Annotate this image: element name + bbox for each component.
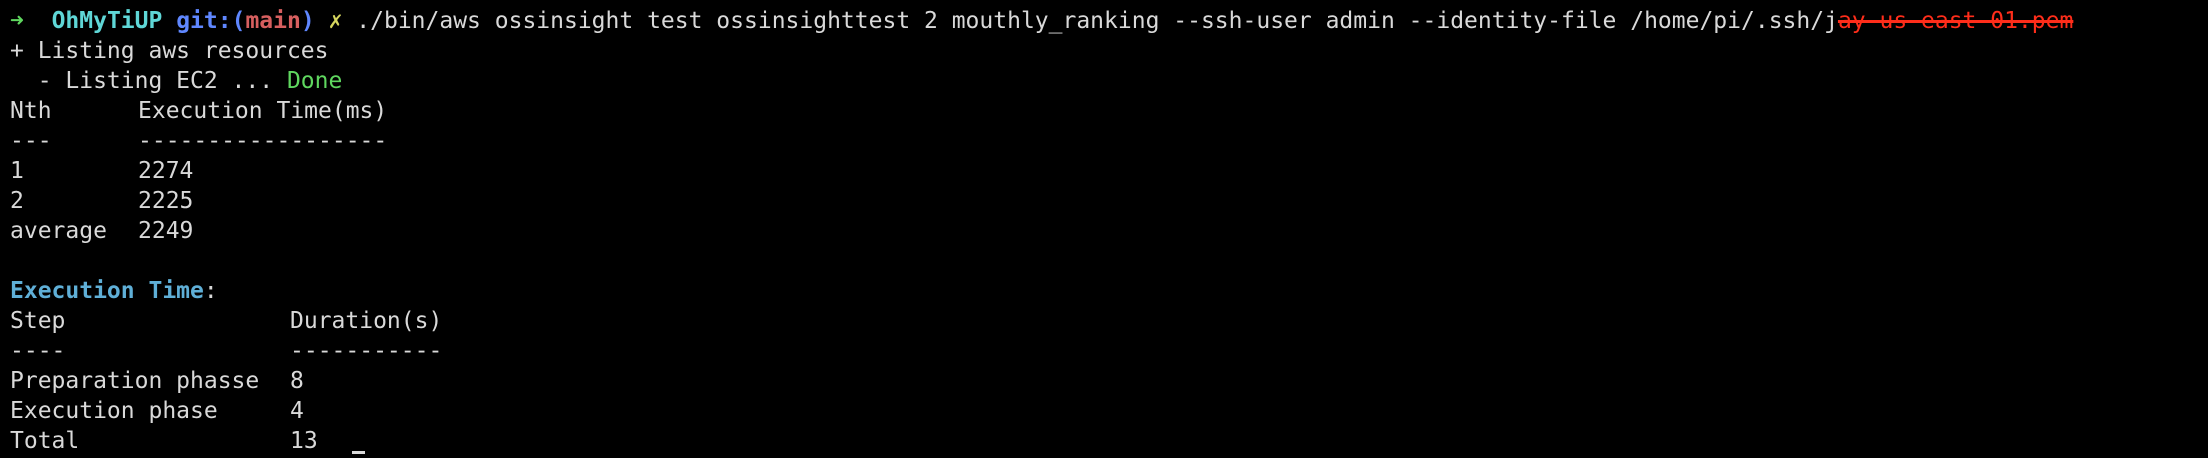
table1-cell-nth: 2 [10, 188, 24, 214]
table1-cell-time: 2225 [138, 188, 194, 214]
listing-line: + Listing aws resources [10, 38, 329, 64]
table1-cell-time: 2274 [138, 158, 194, 184]
terminal-cursor [351, 451, 365, 454]
terminal-window[interactable]: ➜ OhMyTiUP git:(main) ✗ ./bin/aws ossins… [0, 0, 2208, 458]
table1-cell-nth: 1 [10, 158, 24, 184]
table2-cell-step: Preparation phasse [10, 368, 260, 394]
table1-separator-nth: --- [10, 128, 52, 154]
table1-separator-row: --- ------------------ [10, 126, 2073, 156]
listing-ec2-line: - Listing EC2 ... Done [10, 66, 2073, 96]
listing-ec2-text: - Listing EC2 ... [10, 68, 287, 94]
table-row: 1 2274 [10, 156, 2073, 186]
prompt-dirty-icon: ✗ [328, 8, 343, 34]
table1-separator-exec-time: ------------------ [138, 128, 388, 154]
table-row: average 2249 [10, 216, 2073, 246]
table-row: Execution phase 4 [10, 396, 2073, 426]
table2-cell-step: Total [10, 428, 80, 454]
table2-separator-duration: ----------- [290, 338, 443, 364]
table1-cell-nth: average [10, 218, 107, 244]
table2-cell-step: Execution phase [10, 398, 218, 424]
table2-header-step: Step [10, 308, 66, 334]
table1-header-row: Nth Execution Time(ms) [10, 96, 2073, 126]
table-row: Preparation phasse 8 [10, 366, 2073, 396]
table2-cell-duration: 8 [290, 368, 304, 394]
section-heading-line: Execution Time: [10, 276, 2073, 306]
table2-separator-row: ---- ----------- [10, 336, 2073, 366]
prompt-arrow-icon: ➜ [10, 8, 24, 34]
section-heading: Execution Time [10, 278, 204, 304]
table2-cell-duration: 4 [290, 398, 304, 424]
prompt-branch: main [245, 8, 301, 34]
table2-cell-duration: 13 [290, 428, 318, 454]
table2-header-row: Step Duration(s) [10, 306, 2073, 336]
done-status: Done [286, 68, 343, 94]
command-prompt-line: ➜ OhMyTiUP git:(main) ✗ ./bin/aws ossins… [10, 6, 2073, 36]
table1-header-nth: Nth [10, 98, 52, 124]
prompt-git-label: git:( [176, 8, 246, 34]
section-heading-colon: : [203, 278, 218, 304]
table1-header-exec-time: Execution Time(ms) [138, 98, 388, 124]
command-text: ./bin/aws ossinsight test ossinsighttest… [356, 8, 1838, 34]
table2-separator-step: ---- [10, 338, 66, 364]
table1-cell-time: 2249 [138, 218, 194, 244]
prompt-git-close: ) [300, 8, 315, 34]
table-row: Total 13 [10, 426, 2073, 456]
table-row: 2 2225 [10, 186, 2073, 216]
redacted-filename: ay-us-east-01.pem [1837, 8, 2074, 34]
prompt-host: OhMyTiUP [51, 8, 163, 34]
terminal-output: ➜ OhMyTiUP git:(main) ✗ ./bin/aws ossins… [10, 6, 2073, 456]
table2-header-duration: Duration(s) [290, 308, 443, 334]
